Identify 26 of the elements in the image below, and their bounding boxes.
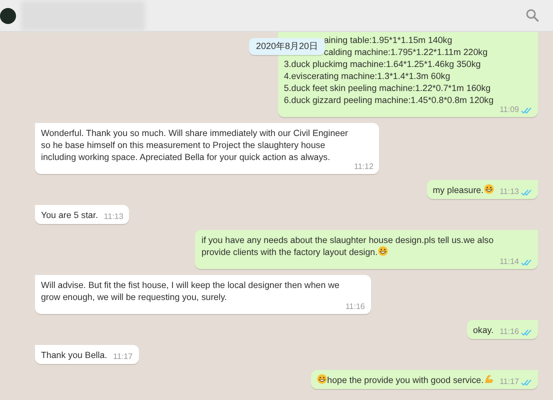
message-time: 11:17 [500, 377, 519, 387]
search-icon[interactable] [526, 9, 539, 22]
message-line: aining table:1.95*1*1.15m 140kg [324, 34, 452, 46]
message-time: 11:14 [500, 257, 519, 267]
message-time: 11:16 [345, 302, 365, 312]
message-line: 5.duck feet skin peeling machine:1.22*0.7*1m 160kg [284, 82, 491, 94]
message-time: 11:13 [104, 212, 124, 222]
message-text: okay. [473, 324, 494, 336]
date-chip: 2020年8月20日 [249, 38, 326, 55]
message-line: 4.eviscerating machine:1.3*1.4*1.3m 60kg [284, 70, 450, 82]
message-text: Will advise. But fit the fist house, I will keep the local designer then when we grow enough, we will be requesting you, surely. [41, 279, 340, 304]
message-line: 6.duck gizzard peeling machine:1.45*0.8*0.8m 120kg [284, 94, 494, 106]
message-time: 11:12 [354, 162, 374, 172]
message-time: 11:09 [500, 105, 519, 115]
message-text: hope the provide you with good service. [317, 374, 494, 386]
message-text: Thank you Bella. [41, 349, 108, 361]
message-time: 11:16 [500, 327, 519, 337]
message-text: my pleasure. [432, 184, 494, 196]
message-time: 11:13 [500, 187, 519, 197]
message-text: You are 5 star. [41, 209, 98, 221]
message-text: if you have any needs about the slaughter house design.pls tell us.we also provide clients with the factory layout design. [201, 234, 494, 259]
message-time: 11:17 [113, 352, 133, 362]
message-text: Wonderful. Thank you so much. Will share immediately with our Civil Engineer so he base himself on this measurement to Project the slaughtery house including working space. Apreciated Bella for your quick action as always. [41, 127, 348, 164]
message-line: 3.duck pluckimg machine:1.64*1.25*1.46kg 350kg [284, 58, 481, 70]
avatar[interactable] [0, 8, 16, 24]
message-line: calding machine:1.795*1.22*1.11m 220kg [324, 46, 488, 58]
